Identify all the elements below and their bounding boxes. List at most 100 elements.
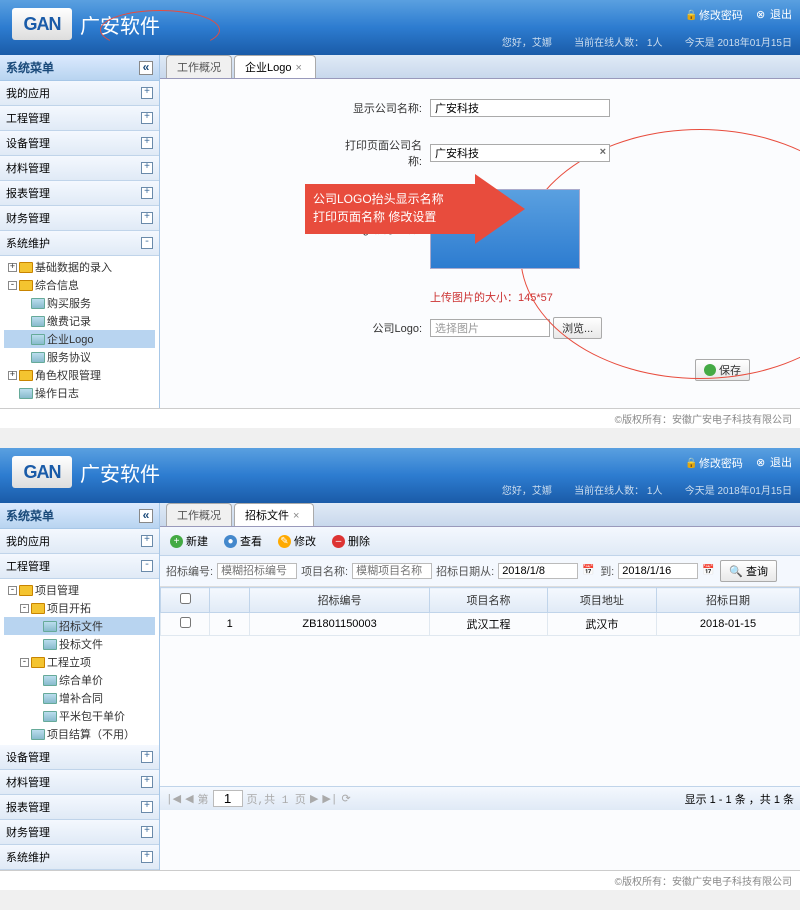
- view-button[interactable]: ●查看: [220, 531, 266, 551]
- calendar-icon[interactable]: [582, 564, 596, 578]
- footer: ©版权所有：安徽广安电子科技有限公司: [0, 408, 800, 428]
- sidebar-menu-item[interactable]: 报表管理+: [0, 795, 159, 820]
- sidebar-menu-item[interactable]: 我的应用+: [0, 529, 159, 554]
- company-name-input[interactable]: [430, 99, 610, 117]
- pager-last[interactable]: ▶|: [322, 792, 337, 806]
- tab[interactable]: 工作概况: [166, 503, 232, 526]
- tab[interactable]: 招标文件×: [234, 503, 314, 526]
- tree-node[interactable]: -项目开拓: [4, 599, 155, 617]
- expand-icon[interactable]: +: [141, 801, 153, 813]
- expand-icon[interactable]: +: [141, 162, 153, 174]
- tree-node[interactable]: 缴费记录: [4, 312, 155, 330]
- edit-button[interactable]: ✎修改: [274, 531, 320, 551]
- sidebar-menu-item[interactable]: 材料管理+: [0, 156, 159, 181]
- expand-icon[interactable]: +: [141, 535, 153, 547]
- page-icon: [31, 352, 45, 363]
- sidebar-menu-item[interactable]: 材料管理+: [0, 770, 159, 795]
- tree-node[interactable]: 投标文件: [4, 635, 155, 653]
- sidebar-collapse-button[interactable]: «: [139, 509, 153, 523]
- tree-node[interactable]: 招标文件: [4, 617, 155, 635]
- sidebar-menu-item[interactable]: 系统维护-: [0, 231, 159, 256]
- close-icon[interactable]: ×: [293, 510, 303, 520]
- expand-icon[interactable]: -: [141, 237, 153, 249]
- tree-node[interactable]: 综合单价: [4, 671, 155, 689]
- tree-node[interactable]: -工程立项: [4, 653, 155, 671]
- pager-prev[interactable]: ◀: [185, 792, 193, 806]
- tree-node[interactable]: 平米包干单价: [4, 707, 155, 725]
- tree-node[interactable]: 操作日志: [4, 384, 155, 402]
- tree-node[interactable]: 企业Logo: [4, 330, 155, 348]
- sidebar-menu-item[interactable]: 报表管理+: [0, 181, 159, 206]
- folder-icon: [31, 657, 45, 668]
- close-icon[interactable]: ×: [295, 62, 305, 72]
- pager-first[interactable]: |◀: [166, 792, 181, 806]
- page-icon: [31, 729, 45, 740]
- browse-button[interactable]: 浏览...: [553, 317, 602, 339]
- tree-node[interactable]: 增补合同: [4, 689, 155, 707]
- tree-node[interactable]: -综合信息: [4, 276, 155, 294]
- sidebar-menu-item[interactable]: 工程管理+: [0, 106, 159, 131]
- date-to-input[interactable]: [618, 563, 698, 579]
- plus-icon: +: [170, 535, 183, 548]
- tree-node[interactable]: +基础数据的录入: [4, 258, 155, 276]
- tab[interactable]: 企业Logo×: [234, 55, 316, 78]
- change-password-link[interactable]: 修改密码: [685, 455, 743, 471]
- sidebar-menu-item[interactable]: 设备管理+: [0, 131, 159, 156]
- expand-icon[interactable]: +: [141, 826, 153, 838]
- tree-node[interactable]: 项目结算（不用）: [4, 725, 155, 743]
- minus-icon: –: [332, 535, 345, 548]
- tree-node[interactable]: 服务协议: [4, 348, 155, 366]
- sidebar-menu-item[interactable]: 工程管理-: [0, 554, 159, 579]
- calendar-icon[interactable]: [702, 564, 716, 578]
- date-from-input[interactable]: [498, 563, 578, 579]
- expand-icon[interactable]: +: [141, 212, 153, 224]
- tree-node[interactable]: 购买服务: [4, 294, 155, 312]
- app-header: GAN 广安软件 修改密码 退出 您好，艾娜 当前在线人数： 1人 今天是 20…: [0, 0, 800, 55]
- pager-next[interactable]: ▶: [310, 792, 318, 806]
- expand-icon[interactable]: +: [141, 851, 153, 863]
- table-row[interactable]: 1ZB1801150003武汉工程武汉市2018-01-15: [161, 613, 800, 636]
- new-button[interactable]: +新建: [166, 531, 212, 551]
- expand-icon[interactable]: +: [141, 87, 153, 99]
- expand-icon[interactable]: -: [141, 560, 153, 572]
- expand-icon[interactable]: +: [141, 112, 153, 124]
- save-button[interactable]: 保存: [695, 359, 750, 381]
- sidebar: 系统菜单 « 我的应用+工程管理--项目管理-项目开拓招标文件投标文件-工程立项…: [0, 503, 160, 870]
- online-count: 1人: [647, 486, 663, 497]
- select-all-checkbox[interactable]: [180, 593, 191, 604]
- pencil-icon: ✎: [278, 535, 291, 548]
- grid-header: [210, 588, 249, 613]
- code-input[interactable]: [217, 563, 297, 579]
- sidebar-menu-item[interactable]: 财务管理+: [0, 820, 159, 845]
- name-input[interactable]: [352, 563, 432, 579]
- logout-link[interactable]: 退出: [756, 6, 792, 22]
- sidebar-menu-item[interactable]: 我的应用+: [0, 81, 159, 106]
- tab[interactable]: 工作概况: [166, 55, 232, 78]
- logout-link[interactable]: 退出: [756, 454, 792, 470]
- expand-icon[interactable]: +: [141, 187, 153, 199]
- sidebar-menu-item[interactable]: 系统维护+: [0, 845, 159, 870]
- pager-refresh[interactable]: ⟳: [341, 792, 350, 806]
- sidebar-menu-item[interactable]: 财务管理+: [0, 206, 159, 231]
- page-icon: [43, 639, 57, 650]
- expand-icon[interactable]: +: [141, 137, 153, 149]
- tree-node[interactable]: -项目管理: [4, 581, 155, 599]
- company-logo-label: 公司Logo:: [340, 320, 430, 336]
- pager-page-input[interactable]: [213, 790, 243, 807]
- grid-header: 招标编号: [249, 588, 429, 613]
- query-button[interactable]: 🔍查询: [720, 560, 777, 582]
- page-icon: [43, 711, 57, 722]
- pager-pre: 第: [198, 791, 209, 807]
- change-password-link[interactable]: 修改密码: [685, 7, 743, 23]
- delete-button[interactable]: –删除: [328, 531, 374, 551]
- print-name-input[interactable]: [430, 144, 610, 162]
- expand-icon[interactable]: +: [141, 776, 153, 788]
- sidebar-menu-item[interactable]: 设备管理+: [0, 745, 159, 770]
- tree-node[interactable]: +角色权限管理: [4, 366, 155, 384]
- expand-icon[interactable]: +: [141, 751, 153, 763]
- grid-header: 项目名称: [430, 588, 548, 613]
- clear-icon[interactable]: ×: [600, 146, 606, 158]
- row-checkbox[interactable]: [180, 617, 191, 628]
- sidebar-collapse-button[interactable]: «: [139, 61, 153, 75]
- choose-file-field[interactable]: [430, 319, 550, 337]
